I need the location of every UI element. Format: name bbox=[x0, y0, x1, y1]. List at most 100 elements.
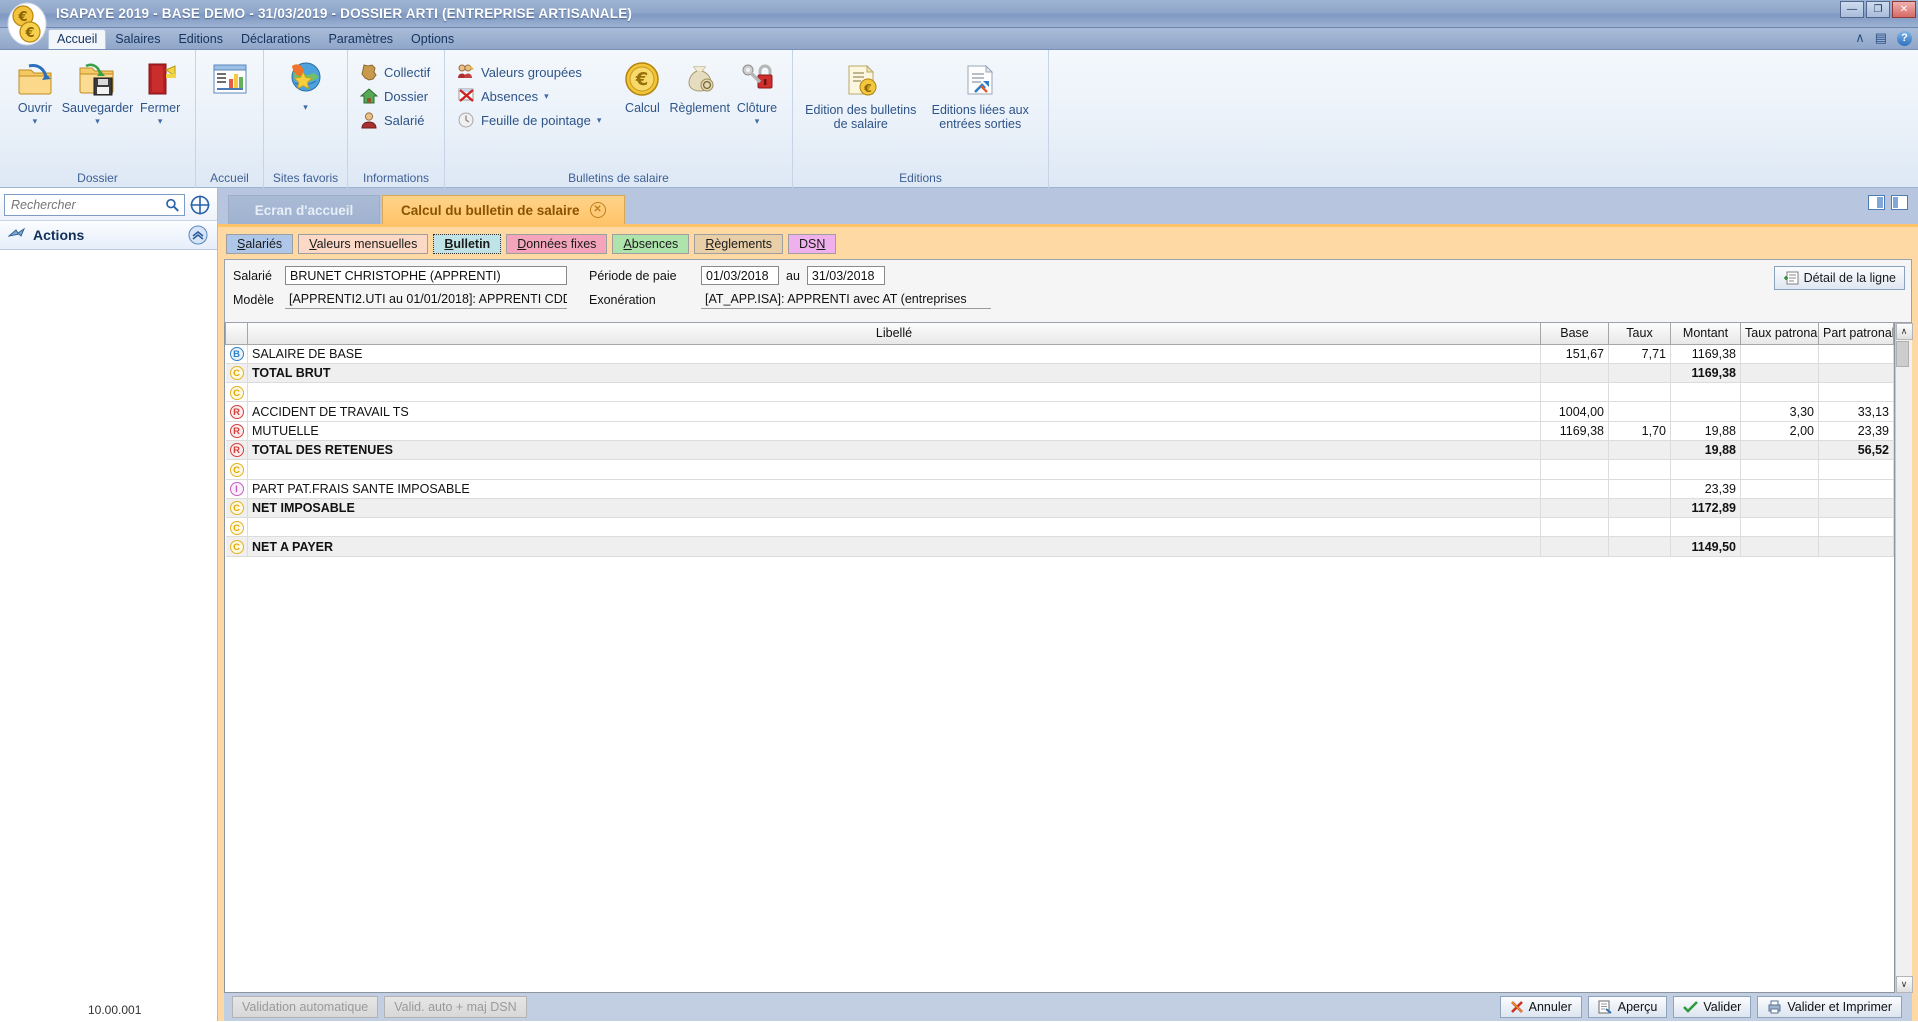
cell-part-patronale[interactable]: 33,13 bbox=[1818, 401, 1894, 422]
sub-tab-salari-s[interactable]: Salariés bbox=[226, 234, 294, 254]
grid-view-icon[interactable]: ▤ bbox=[1875, 30, 1887, 46]
cloture-caret-icon[interactable]: ▾ bbox=[755, 116, 760, 127]
cell-taux-patronal[interactable]: 2,00 bbox=[1740, 421, 1819, 441]
cell-part-patronale[interactable] bbox=[1818, 517, 1894, 538]
sidebar-actions-header[interactable]: Actions bbox=[0, 221, 217, 250]
col-taux[interactable]: Taux bbox=[1608, 323, 1671, 345]
valeurs-groupees-button[interactable]: Valeurs groupées bbox=[453, 62, 605, 82]
cell-libelle[interactable] bbox=[247, 459, 1541, 480]
sites-favoris-caret-icon[interactable]: ▾ bbox=[303, 102, 308, 113]
cell-base[interactable] bbox=[1540, 479, 1609, 499]
cell-libelle[interactable]: NET IMPOSABLE bbox=[247, 498, 1541, 519]
annuler-button[interactable]: Annuler bbox=[1499, 996, 1582, 1018]
collapse-ribbon-icon[interactable]: ∧ bbox=[1855, 30, 1865, 46]
cell-taux[interactable] bbox=[1608, 536, 1671, 557]
cell-base[interactable]: 1004,00 bbox=[1540, 401, 1609, 422]
cell-base[interactable] bbox=[1540, 459, 1609, 480]
cell-taux[interactable]: 7,71 bbox=[1608, 344, 1671, 364]
cell-part-patronale[interactable]: 23,39 bbox=[1818, 421, 1894, 441]
cell-taux-patronal[interactable] bbox=[1740, 344, 1819, 364]
menu-item-editions[interactable]: Editions bbox=[169, 29, 231, 49]
menu-item-accueil[interactable]: Accueil bbox=[48, 29, 107, 49]
col-part-patronale[interactable]: Part patronale bbox=[1818, 323, 1894, 345]
cell-libelle[interactable]: SALAIRE DE BASE bbox=[247, 344, 1541, 364]
edition-bulletins-button[interactable]: € Edition des bulletins de salaire ▾ bbox=[802, 58, 920, 131]
cell-part-patronale[interactable]: 56,52 bbox=[1818, 440, 1894, 461]
cell-taux-patronal[interactable] bbox=[1740, 440, 1819, 461]
cell-base[interactable] bbox=[1540, 517, 1609, 538]
cell-taux[interactable] bbox=[1608, 363, 1671, 384]
fermer-button[interactable]: Fermer ▾ bbox=[133, 56, 187, 127]
cell-part-patronale[interactable] bbox=[1818, 344, 1894, 364]
fermer-caret-icon[interactable]: ▾ bbox=[158, 116, 163, 127]
sub-tab-r-glements[interactable]: Règlements bbox=[694, 234, 784, 254]
cell-libelle[interactable]: ACCIDENT DE TRAVAIL TS bbox=[247, 401, 1541, 422]
sauvegarder-caret-icon[interactable]: ▾ bbox=[95, 116, 100, 127]
accueil-dashboard-button[interactable] bbox=[204, 56, 255, 101]
cell-libelle[interactable]: TOTAL BRUT bbox=[247, 363, 1541, 384]
calcul-button[interactable]: € Calcul bbox=[615, 56, 669, 115]
cell-part-patronale[interactable] bbox=[1818, 479, 1894, 499]
cell-libelle[interactable]: PART PAT.FRAIS SANTE IMPOSABLE bbox=[247, 479, 1541, 499]
cell-libelle[interactable] bbox=[247, 517, 1541, 538]
absences-button[interactable]: Absences ▾ bbox=[453, 86, 605, 106]
table-row[interactable]: R TOTAL DES RETENUES 19,88 56,52 bbox=[225, 440, 1894, 461]
close-button[interactable]: ✕ bbox=[1892, 1, 1916, 18]
cell-part-patronale[interactable] bbox=[1818, 459, 1894, 480]
cell-libelle[interactable]: NET A PAYER bbox=[247, 536, 1541, 557]
close-icon[interactable]: ✕ bbox=[589, 202, 606, 218]
periode-to-field[interactable]: 31/03/2018 bbox=[806, 266, 885, 285]
cell-part-patronale[interactable] bbox=[1818, 536, 1894, 557]
sub-tab-dsn[interactable]: DSN bbox=[788, 234, 837, 254]
cell-montant[interactable] bbox=[1670, 459, 1741, 480]
cell-montant[interactable] bbox=[1670, 382, 1741, 403]
cell-base[interactable] bbox=[1540, 382, 1609, 403]
periode-from-field[interactable]: 01/03/2018 bbox=[701, 266, 779, 285]
minimize-button[interactable]: — bbox=[1840, 1, 1864, 18]
menu-item-options[interactable]: Options bbox=[402, 29, 463, 49]
table-row[interactable]: C bbox=[225, 459, 1894, 480]
cell-taux-patronal[interactable] bbox=[1740, 459, 1819, 480]
sauvegarder-button[interactable]: Sauvegarder ▾ bbox=[62, 56, 133, 127]
cell-taux-patronal[interactable] bbox=[1740, 536, 1819, 557]
table-row[interactable]: C TOTAL BRUT 1169,38 bbox=[225, 363, 1894, 384]
cell-base[interactable] bbox=[1540, 363, 1609, 384]
search-input[interactable] bbox=[9, 197, 166, 213]
cell-taux[interactable] bbox=[1608, 517, 1671, 538]
panel-right-icon[interactable] bbox=[1868, 195, 1885, 210]
ouvrir-button[interactable]: Ouvrir ▾ bbox=[8, 56, 62, 127]
cell-taux-patronal[interactable] bbox=[1740, 517, 1819, 538]
panel-split-icon[interactable] bbox=[1891, 195, 1908, 210]
salarie-info-button[interactable]: Salarié bbox=[356, 110, 434, 130]
cell-montant[interactable]: 19,88 bbox=[1670, 440, 1741, 461]
cell-taux[interactable] bbox=[1608, 440, 1671, 461]
sub-tab-valeurs-mensuelles[interactable]: Valeurs mensuelles bbox=[298, 234, 429, 254]
cell-part-patronale[interactable] bbox=[1818, 498, 1894, 519]
cell-base[interactable] bbox=[1540, 536, 1609, 557]
absences-caret-icon[interactable]: ▾ bbox=[544, 91, 549, 102]
cell-part-patronale[interactable] bbox=[1818, 382, 1894, 403]
col-libelle[interactable]: Libellé bbox=[247, 323, 1541, 345]
menu-item-salaires[interactable]: Salaires bbox=[106, 29, 169, 49]
cell-taux[interactable] bbox=[1608, 382, 1671, 403]
reglement-button[interactable]: Règlement bbox=[669, 56, 730, 115]
scroll-up-button[interactable]: ∧ bbox=[1895, 323, 1913, 340]
table-row[interactable]: I PART PAT.FRAIS SANTE IMPOSABLE 23,39 bbox=[225, 479, 1894, 499]
cell-montant[interactable]: 1169,38 bbox=[1670, 363, 1741, 384]
cell-montant[interactable]: 23,39 bbox=[1670, 479, 1741, 499]
table-row[interactable]: R MUTUELLE 1169,38 1,70 19,88 2,00 23,39 bbox=[225, 421, 1894, 441]
ouvrir-caret-icon[interactable]: ▾ bbox=[33, 116, 38, 127]
table-row[interactable]: R ACCIDENT DE TRAVAIL TS 1004,00 3,30 33,13 bbox=[225, 401, 1894, 422]
salarie-field[interactable]: BRUNET CHRISTOPHE (APPRENTI) bbox=[285, 266, 567, 285]
detail-ligne-button[interactable]: Détail de la ligne bbox=[1773, 266, 1905, 290]
table-row[interactable]: C bbox=[225, 517, 1894, 538]
cell-taux[interactable] bbox=[1608, 401, 1671, 422]
cell-taux-patronal[interactable]: 3,30 bbox=[1740, 401, 1819, 422]
search-box[interactable] bbox=[4, 194, 185, 216]
cell-base[interactable] bbox=[1540, 498, 1609, 519]
cell-taux[interactable] bbox=[1608, 459, 1671, 480]
cell-montant[interactable] bbox=[1670, 401, 1741, 422]
cell-montant[interactable]: 1172,89 bbox=[1670, 498, 1741, 519]
cloture-button[interactable]: Clôture ▾ bbox=[730, 56, 784, 127]
sub-tab-absences[interactable]: Absences bbox=[612, 234, 690, 254]
